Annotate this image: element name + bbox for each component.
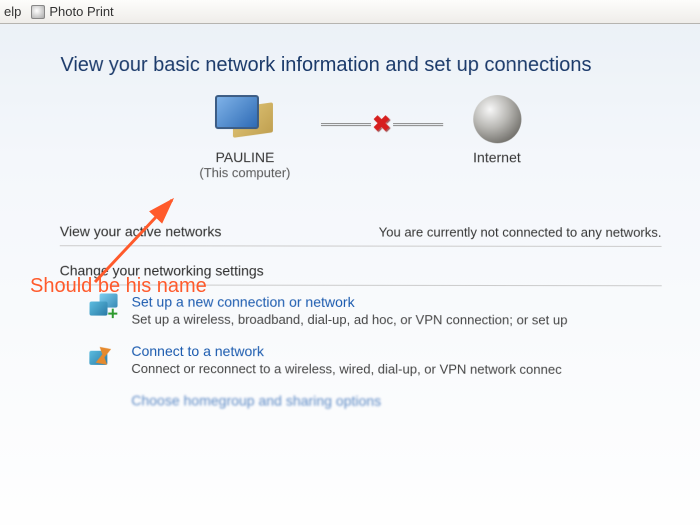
photo-print-label: Photo Print bbox=[49, 4, 113, 19]
annotation-text: Should be his name bbox=[30, 275, 207, 298]
node-this-computer[interactable]: PAULINE (This computer) bbox=[199, 95, 290, 180]
active-networks-section: View your active networks You are curren… bbox=[60, 200, 662, 247]
node-internet[interactable]: Internet bbox=[473, 95, 521, 165]
setting-connect-network[interactable]: Connect to a network Connect or reconnec… bbox=[59, 335, 662, 386]
connect-network-title[interactable]: Connect to a network bbox=[131, 343, 561, 360]
menu-photo-print[interactable]: Photo Print bbox=[31, 4, 113, 19]
network-center-panel: View your basic network information and … bbox=[0, 24, 700, 428]
connect-network-icon bbox=[89, 343, 119, 369]
connect-network-desc: Connect or reconnect to a wireless, wire… bbox=[131, 361, 561, 377]
setup-connection-desc: Set up a wireless, broadband, dial-up, a… bbox=[131, 312, 567, 328]
menubar: elp Photo Print bbox=[0, 0, 700, 24]
page-heading: View your basic network information and … bbox=[60, 54, 660, 77]
photo-print-icon bbox=[31, 5, 45, 19]
network-map: PAULINE (This computer) ✖ Internet bbox=[60, 95, 661, 180]
map-connector: ✖ bbox=[320, 113, 442, 135]
computer-name: PAULINE bbox=[199, 149, 290, 165]
internet-icon bbox=[473, 95, 521, 143]
internet-label: Internet bbox=[473, 149, 521, 165]
disconnected-icon: ✖ bbox=[371, 113, 393, 135]
computer-icon bbox=[215, 95, 275, 143]
homegroup-icon bbox=[89, 392, 119, 418]
active-networks-label: View your active networks bbox=[60, 223, 222, 239]
connection-status: You are currently not connected to any n… bbox=[221, 200, 661, 240]
homegroup-title[interactable]: Choose homegroup and sharing options bbox=[131, 392, 381, 409]
computer-subtitle: (This computer) bbox=[199, 165, 290, 180]
setting-homegroup[interactable]: Choose homegroup and sharing options bbox=[59, 384, 662, 428]
menu-help[interactable]: elp bbox=[4, 4, 21, 19]
